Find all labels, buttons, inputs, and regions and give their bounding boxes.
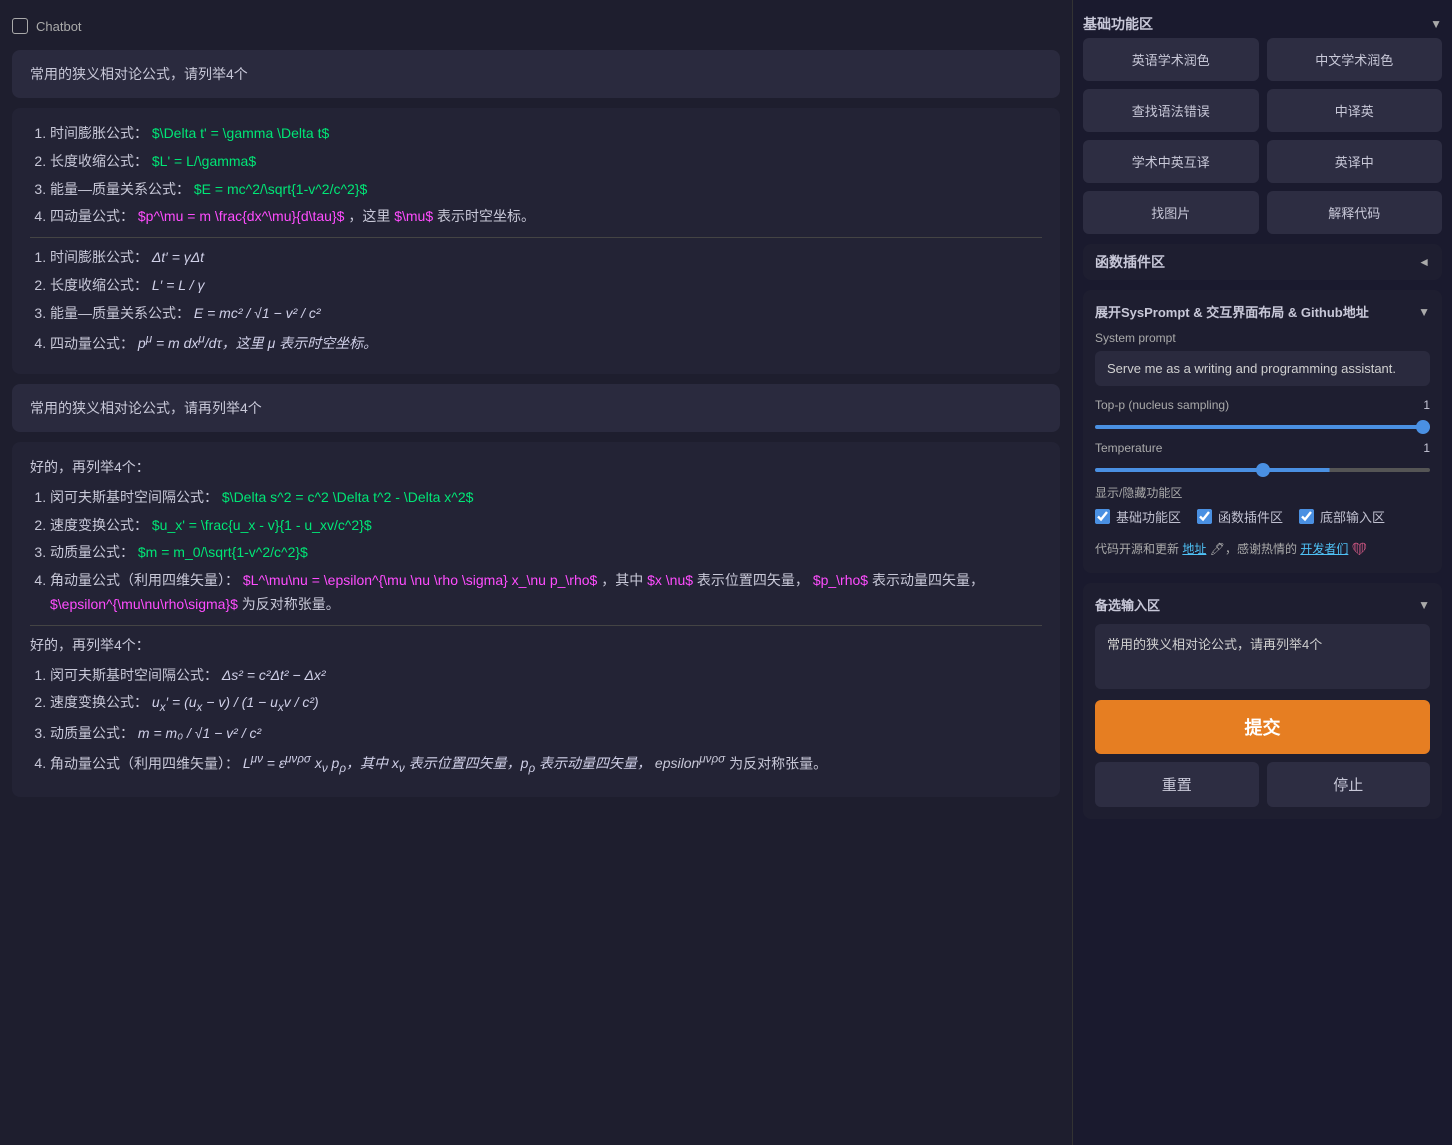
expand-section-label: 展开SysPrompt & 交互界面布局 & Github地址: [1095, 302, 1369, 321]
chat-panel: Chatbot 常用的狭义相对论公式，请列举4个 时间膨胀公式： $\Delta…: [0, 0, 1072, 1145]
basic-section: 基础功能区 ▼ 英语学术润色 中文学术润色 查找语法错误 中译英 学术中英互译 …: [1083, 10, 1442, 234]
list-item: 长度收缩公式： $L' = L/\gamma$: [50, 150, 1042, 174]
top-p-value: 1: [1423, 398, 1430, 412]
expand-header: 展开SysPrompt & 交互界面布局 & Github地址 ▼: [1095, 302, 1430, 321]
btn-chinese-polish[interactable]: 中文学术润色: [1267, 38, 1443, 81]
basic-section-label: 基础功能区: [1083, 14, 1153, 34]
temperature-value: 1: [1423, 441, 1430, 455]
btn-grammar-check[interactable]: 查找语法错误: [1083, 89, 1259, 132]
right-panel: 基础功能区 ▼ 英语学术润色 中文学术润色 查找语法错误 中译英 学术中英互译 …: [1072, 0, 1452, 1145]
bottom-btn-row: 重置 停止: [1095, 762, 1430, 807]
btn-academic-translate[interactable]: 学术中英互译: [1083, 140, 1259, 183]
alt-input-header: 备选输入区 ▼: [1095, 595, 1430, 614]
temperature-label: Temperature: [1095, 441, 1162, 455]
list-item: 时间膨胀公式： Δt′ = γΔt: [50, 246, 1042, 270]
plugin-section: 函数插件区 ◄: [1083, 244, 1442, 280]
assistant-message-1: 时间膨胀公式： $\Delta t' = \gamma \Delta t$ 长度…: [12, 108, 1060, 374]
plugin-section-label: 函数插件区: [1095, 252, 1165, 272]
sys-prompt-label: System prompt: [1095, 331, 1430, 345]
btn-english-polish[interactable]: 英语学术润色: [1083, 38, 1259, 81]
plugin-section-arrow: ◄: [1418, 255, 1430, 269]
checkbox-plugin[interactable]: 函数插件区: [1197, 507, 1283, 526]
footer-link[interactable]: 地址: [1182, 542, 1206, 556]
list-item: 四动量公式： pμ = m dxμ/dτ，这里 μ 表示时空坐标。: [50, 330, 1042, 356]
list-item: 能量—质量关系公式： $E = mc^2/\sqrt{1-v^2/c^2}$: [50, 178, 1042, 202]
list-item: 速度变换公式： $u_x' = \frac{u_x - v}{1 - u_xv/…: [50, 514, 1042, 538]
top-p-slider[interactable]: [1095, 425, 1430, 429]
alt-input-arrow: ▼: [1418, 598, 1430, 612]
footer-dev-link[interactable]: 开发者们: [1300, 542, 1348, 556]
checkbox-basic[interactable]: 基础功能区: [1095, 507, 1181, 526]
list-item: 角动量公式（利用四维矢量）： $L^\mu\nu = \epsilon^{\mu…: [50, 569, 1042, 617]
basic-btn-grid: 英语学术润色 中文学术润色 查找语法错误 中译英 学术中英互译 英译中 找图片 …: [1083, 38, 1442, 234]
checkbox-basic-label: 基础功能区: [1116, 507, 1181, 526]
app-title: Chatbot: [36, 19, 82, 34]
footer-text: 代码开源和更新: [1095, 542, 1179, 556]
list-item: 闵可夫斯基时空间隔公式： Δs² = c²Δt² − Δx²: [50, 664, 1042, 688]
list-item: 时间膨胀公式： $\Delta t' = \gamma \Delta t$: [50, 122, 1042, 146]
chat-icon: [12, 18, 28, 34]
list-item: 闵可夫斯基时空间隔公式： $\Delta s^2 = c^2 \Delta t^…: [50, 486, 1042, 510]
btn-zh-to-en[interactable]: 中译英: [1267, 89, 1443, 132]
rendered-formula-list-1: 时间膨胀公式： Δt′ = γΔt 长度收缩公式： L′ = L / γ 能量—…: [30, 246, 1042, 356]
assistant-intro: 好的，再列举4个：: [30, 456, 1042, 480]
list-item: 四动量公式： $p^\mu = m \frac{dx^\mu}{d\tau}$ …: [50, 205, 1042, 229]
top-p-row: Top-p (nucleus sampling) 1: [1095, 398, 1430, 412]
checkbox-plugin-label: 函数插件区: [1218, 507, 1283, 526]
btn-find-image[interactable]: 找图片: [1083, 191, 1259, 234]
temperature-row: Temperature 1: [1095, 441, 1430, 455]
basic-section-header: 基础功能区 ▼: [1083, 10, 1442, 38]
checkbox-plugin-input[interactable]: [1197, 509, 1212, 524]
checkbox-row: 基础功能区 函数插件区 底部输入区: [1095, 507, 1430, 526]
raw-formula-list-2: 闵可夫斯基时空间隔公式： $\Delta s^2 = c^2 \Delta t^…: [30, 486, 1042, 617]
list-item: 角动量公式（利用四维矢量）： Lμν = εμνρσ xν pρ，其中 xν 表…: [50, 750, 1042, 779]
checkbox-bottom[interactable]: 底部输入区: [1299, 507, 1385, 526]
list-item: 速度变换公式： ux′ = (ux − v) / (1 − uxv / c²): [50, 691, 1042, 718]
raw-formula-list-1: 时间膨胀公式： $\Delta t' = \gamma \Delta t$ 长度…: [30, 122, 1042, 229]
expand-arrow: ▼: [1418, 305, 1430, 319]
checkbox-bottom-input[interactable]: [1299, 509, 1314, 524]
list-item: 能量—质量关系公式： E = mc² / √1 − v² / c²: [50, 302, 1042, 326]
basic-section-arrow: ▼: [1430, 17, 1442, 31]
footer-link-row: 代码开源和更新 地址 🖊，感谢热情的 开发者们 ❤: [1095, 536, 1430, 561]
user-message-2: 常用的狭义相对论公式，请再列举4个: [12, 384, 1060, 432]
list-item: 动质量公式： $m = m_0/\sqrt{1-v^2/c^2}$: [50, 541, 1042, 565]
alt-input-section: 备选输入区 ▼ 常用的狭义相对论公式，请再列举4个 提交 重置 停止: [1083, 583, 1442, 819]
temperature-slider[interactable]: [1095, 468, 1430, 472]
section-divider: [30, 237, 1042, 238]
checkbox-basic-input[interactable]: [1095, 509, 1110, 524]
btn-en-to-zh[interactable]: 英译中: [1267, 140, 1443, 183]
show-hide-label: 显示/隐藏功能区: [1095, 484, 1430, 501]
top-p-label: Top-p (nucleus sampling): [1095, 398, 1229, 412]
rendered-formula-list-2: 闵可夫斯基时空间隔公式： Δs² = c²Δt² − Δx² 速度变换公式： u…: [30, 664, 1042, 780]
checkbox-bottom-label: 底部输入区: [1320, 507, 1385, 526]
reset-button[interactable]: 重置: [1095, 762, 1259, 807]
expand-section: 展开SysPrompt & 交互界面布局 & Github地址 ▼ System…: [1083, 290, 1442, 573]
list-item: 动质量公式： m = m₀ / √1 − v² / c²: [50, 722, 1042, 746]
alt-input-label: 备选输入区: [1095, 595, 1160, 614]
header-bar: Chatbot: [12, 12, 1060, 40]
section-divider: [30, 625, 1042, 626]
stop-button[interactable]: 停止: [1267, 762, 1431, 807]
assistant-message-2: 好的，再列举4个： 闵可夫斯基时空间隔公式： $\Delta s^2 = c^2…: [12, 442, 1060, 797]
alt-input-textarea[interactable]: 常用的狭义相对论公式，请再列举4个: [1095, 624, 1430, 689]
user-message-1: 常用的狭义相对论公式，请列举4个: [12, 50, 1060, 98]
sys-prompt-box: Serve me as a writing and programming as…: [1095, 351, 1430, 386]
list-item: 长度收缩公式： L′ = L / γ: [50, 274, 1042, 298]
user-message-2-text: 常用的狭义相对论公式，请再列举4个: [30, 400, 262, 416]
assistant-intro2: 好的，再列举4个：: [30, 634, 1042, 658]
user-message-1-text: 常用的狭义相对论公式，请列举4个: [30, 66, 248, 82]
btn-explain-code[interactable]: 解释代码: [1267, 191, 1443, 234]
submit-button[interactable]: 提交: [1095, 700, 1430, 754]
